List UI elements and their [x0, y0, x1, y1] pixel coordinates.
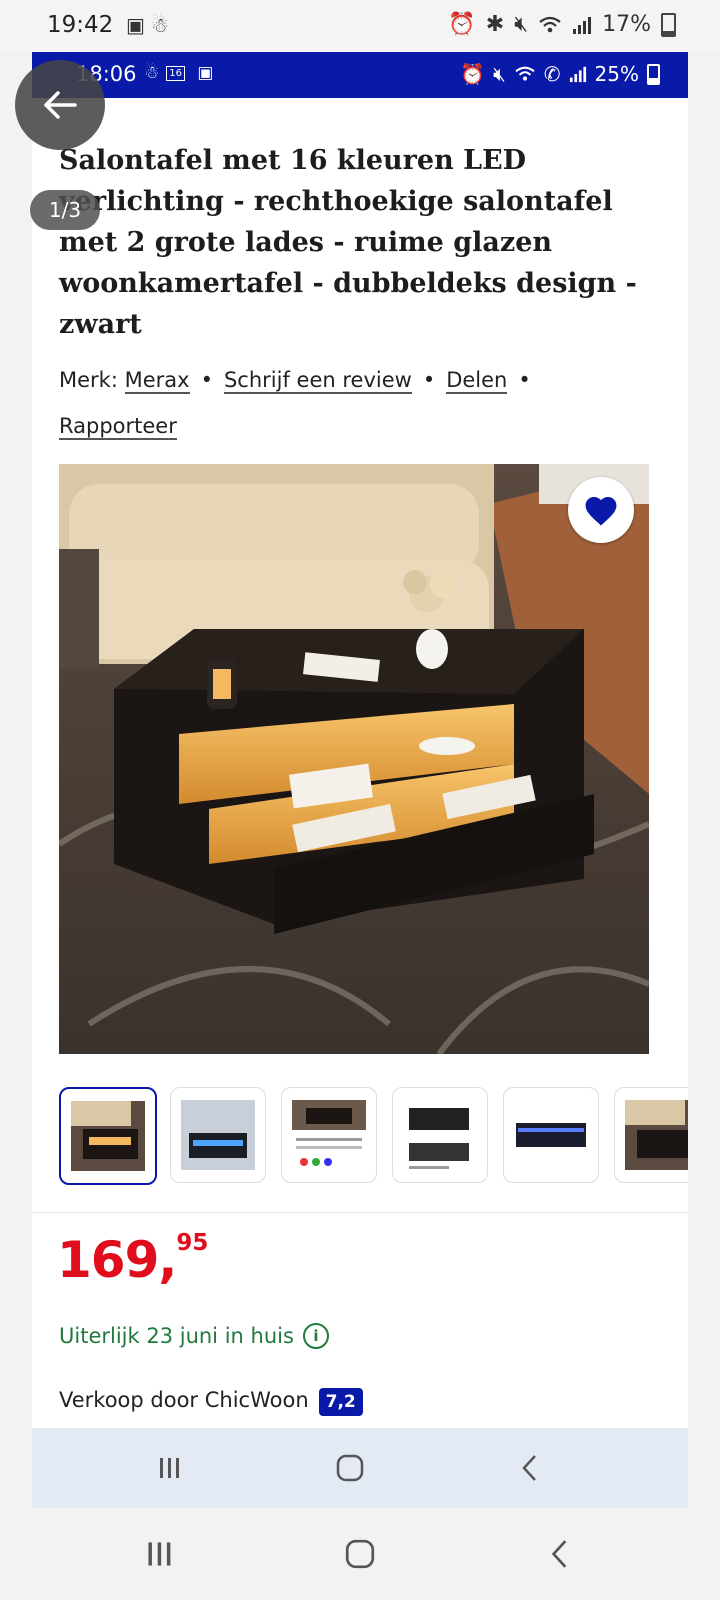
- info-icon[interactable]: i: [302, 1323, 329, 1349]
- calendar-icon: 16: [166, 66, 185, 81]
- alarm-icon: ⏰: [460, 62, 486, 86]
- alarm-icon: ⏰: [448, 12, 476, 37]
- favorite-button[interactable]: [568, 477, 634, 543]
- home-icon: [345, 1539, 375, 1569]
- battery-text: 17%: [602, 12, 651, 37]
- product-page: 18:06 ☃ 16 ▣ ⏰ 🔇︎ ✆ 25% Salontafel met 16…: [32, 52, 688, 1428]
- status-left-icons: ▣☃: [126, 13, 175, 37]
- image-icon: ▣: [197, 63, 221, 83]
- share-link[interactable]: Delen: [446, 368, 508, 394]
- separator: •: [518, 368, 531, 392]
- thumbnail[interactable]: [170, 1087, 266, 1183]
- divider: [32, 1212, 688, 1213]
- notification-icon: ☃: [144, 63, 167, 83]
- image-counter: 1/3: [30, 190, 100, 230]
- brand-link[interactable]: Merax: [124, 368, 190, 394]
- signal-icon: [573, 16, 592, 34]
- write-review-link[interactable]: Schrijf een review: [223, 368, 412, 394]
- inner-status-bar: 18:06 ☃ 16 ▣ ⏰ 🔇︎ ✆ 25%: [32, 52, 688, 98]
- back-button[interactable]: [520, 1453, 540, 1483]
- back-icon: [522, 1455, 536, 1481]
- device-status-bar: 19:42 ▣☃ ⏰ ✱ 🔇︎ 17%: [0, 0, 720, 52]
- coffee-table-photo: [59, 464, 649, 1054]
- delivery-info: Uiterlijk 23 juni in huis i: [59, 1323, 329, 1349]
- recents-icon: [148, 1542, 171, 1566]
- bluetooth-icon: ✱: [485, 12, 505, 37]
- separator: •: [422, 368, 436, 392]
- separator: •: [200, 368, 213, 392]
- mute-icon: 🔇︎: [493, 62, 506, 86]
- battery-icon: [647, 63, 660, 85]
- report-link[interactable]: Rapporteer: [59, 414, 177, 440]
- delivery-text: Uiterlijk 23 juni in huis: [59, 1324, 294, 1348]
- product-title: Salontafel met 16 kleuren LED verlichtin…: [59, 145, 637, 340]
- brand-prefix: Merk:: [59, 368, 118, 392]
- seller-info: Verkoop door ChicWoon 7,2: [59, 1388, 363, 1416]
- thumbnail[interactable]: [392, 1087, 488, 1183]
- back-button[interactable]: [15, 60, 105, 150]
- battery-icon: [661, 12, 676, 37]
- device-navigation-bar: [0, 1508, 720, 1600]
- heart-icon: [585, 497, 617, 526]
- wifi-call-icon: ✆: [543, 62, 561, 86]
- recents-button[interactable]: [145, 1539, 175, 1569]
- inner-navigation-bar: [32, 1428, 688, 1508]
- inner-battery-text: 25%: [594, 62, 639, 86]
- home-button[interactable]: [344, 1538, 376, 1570]
- thumbnail-strip: [59, 1087, 688, 1185]
- home-button[interactable]: [335, 1453, 365, 1483]
- home-icon: [336, 1454, 364, 1482]
- product-meta-links: Merk: Merax • Schrijf een review • Delen • Ra…: [59, 357, 669, 449]
- product-price: 169,95: [57, 1230, 208, 1289]
- wifi-icon: [515, 66, 535, 81]
- mute-icon: 🔇︎: [514, 12, 529, 37]
- signal-icon: [569, 66, 586, 83]
- notification-icon: ☃: [150, 13, 175, 37]
- thumbnail[interactable]: [59, 1087, 157, 1185]
- status-right-icons: ⏰ ✱ 🔇︎ 17%: [448, 12, 676, 37]
- thumbnail[interactable]: [614, 1087, 688, 1183]
- arrow-left-icon: [44, 91, 77, 119]
- thumbnail[interactable]: [503, 1087, 599, 1183]
- thumbnail[interactable]: [281, 1087, 377, 1183]
- price-whole: 169,: [57, 1231, 177, 1289]
- back-icon: [551, 1540, 567, 1568]
- price-cents: 95: [176, 1230, 209, 1256]
- image-icon: ▣: [126, 13, 151, 37]
- back-button[interactable]: [549, 1538, 571, 1570]
- inner-status-right-icons: ⏰ 🔇︎ ✆ 25%: [460, 62, 660, 86]
- product-main-image[interactable]: [59, 464, 649, 1054]
- recents-button[interactable]: [157, 1455, 183, 1481]
- seller-text[interactable]: Verkoop door ChicWoon: [59, 1388, 309, 1412]
- wifi-icon: [539, 16, 561, 32]
- recents-icon: [160, 1458, 179, 1478]
- inner-status-left-icons: ☃ 16 ▣: [144, 63, 220, 83]
- seller-rating-badge: 7,2: [318, 1388, 363, 1416]
- status-time: 19:42: [47, 12, 114, 38]
